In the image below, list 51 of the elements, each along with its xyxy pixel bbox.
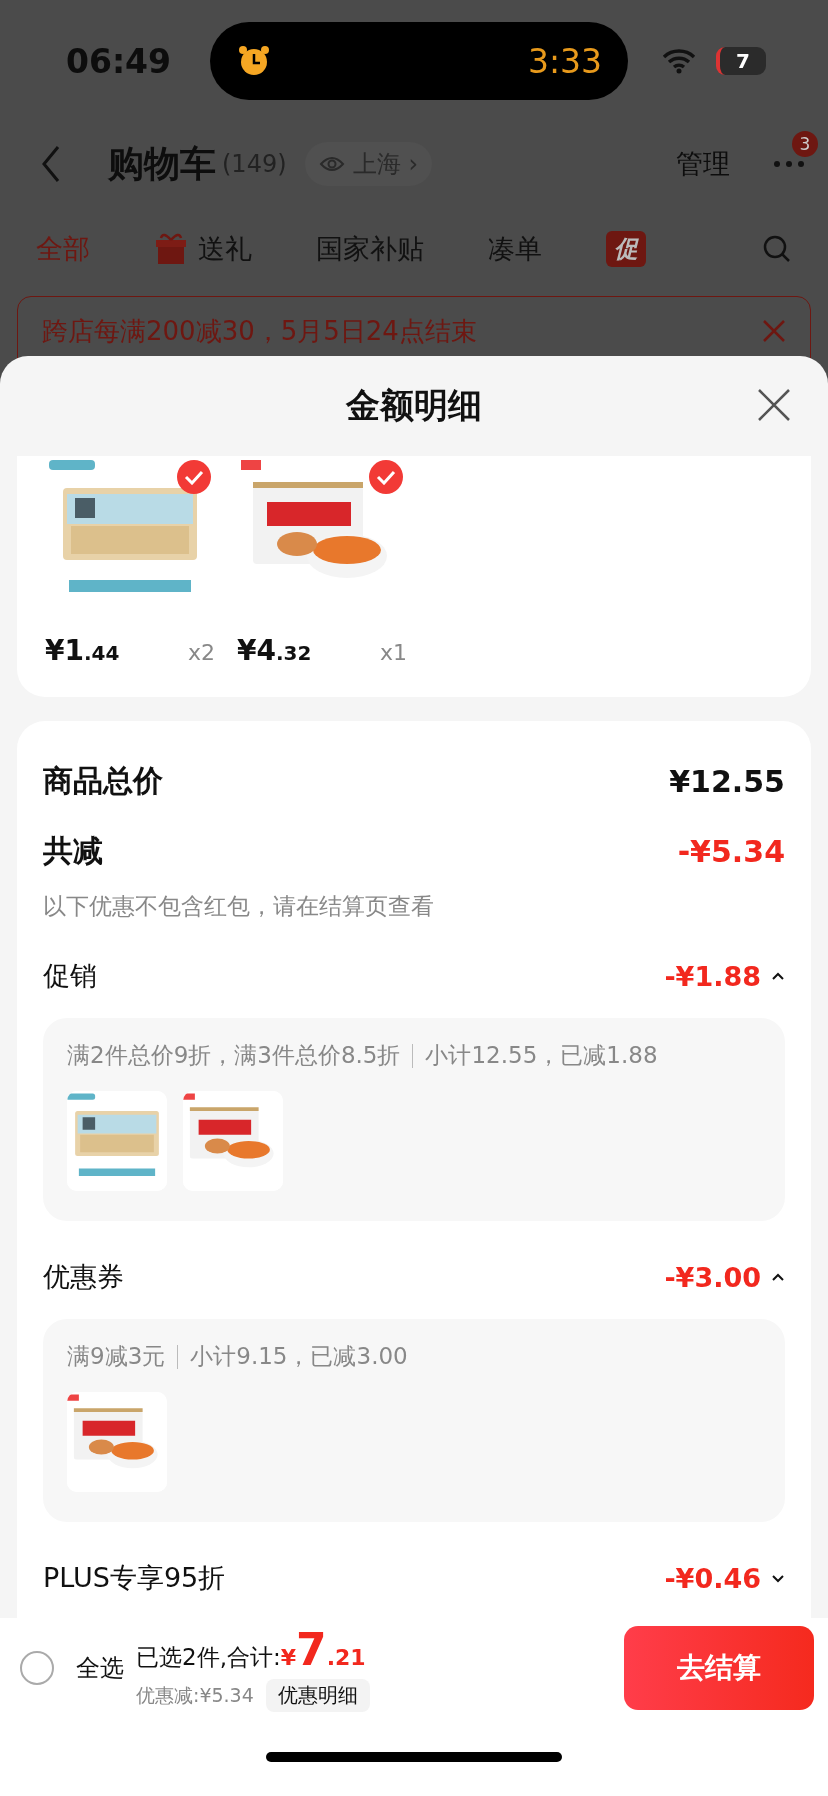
sheet-title: 金额明细 — [346, 384, 482, 427]
product-price: ¥1.44 — [45, 634, 120, 667]
chevron-up-icon — [771, 1272, 785, 1282]
selected-total-price: ¥7.21 — [280, 1624, 366, 1675]
discount-rule: 满2件总价9折，满3件总价8.5折 — [67, 1041, 401, 1070]
battery-indicator: 7 — [716, 47, 766, 75]
discount-type-label: PLUS专享95折 — [43, 1561, 226, 1595]
product-price: ¥4.32 — [237, 634, 312, 667]
discount-amount-toggle[interactable]: -¥3.00 — [664, 1261, 785, 1293]
eye-icon — [318, 155, 345, 173]
product-quantity: x2 — [187, 640, 215, 665]
filter-tab[interactable]: 凑单 — [488, 231, 542, 267]
back-icon[interactable] — [40, 144, 62, 184]
chevron-down-icon — [771, 1573, 785, 1583]
discount-rule: 满9减3元 — [67, 1342, 166, 1371]
check-icon — [376, 469, 396, 485]
discount-note: 以下优惠不包含红包，请在结算页查看 — [43, 892, 435, 921]
close-icon — [757, 387, 791, 422]
discount-type-label: 促销 — [43, 959, 97, 993]
filter-tab[interactable]: 送礼 — [154, 231, 252, 267]
saved-amount: 优惠减:¥5.34 — [136, 1682, 254, 1708]
select-all-radio[interactable] — [20, 1651, 54, 1685]
status-time: 06:49 — [66, 41, 173, 81]
discount-subtotal: 小计9.15，已减3.00 — [190, 1342, 408, 1371]
page-title: 购物车 — [108, 141, 216, 186]
wifi-icon — [662, 48, 696, 74]
manage-link[interactable]: 管理 — [676, 146, 730, 182]
banner-text: 跨店每满200减30，5月5日24点结束 — [42, 314, 477, 348]
promo-tab[interactable]: 促 — [606, 231, 646, 267]
discount-subtotal: 小计12.55，已减1.88 — [425, 1041, 658, 1070]
timer-text: 3:33 — [527, 41, 602, 81]
discount-amount-toggle[interactable]: -¥1.88 — [664, 960, 785, 992]
selected-total-label: 已选2件,合计: — [136, 1643, 281, 1672]
discount-label: 共减 — [43, 831, 103, 870]
gift-icon — [154, 232, 188, 266]
total-value: ¥12.55 — [669, 763, 785, 799]
product-quantity: x1 — [379, 640, 407, 665]
search-icon[interactable] — [762, 234, 792, 264]
discount-details-button[interactable]: 优惠明细 — [265, 1679, 370, 1712]
discount-value: -¥5.34 — [677, 833, 785, 869]
total-label: 商品总价 — [43, 761, 163, 800]
chevron-text: › — [408, 150, 419, 178]
chevron-up-icon — [771, 971, 785, 981]
filter-tab[interactable]: 国家补贴 — [316, 231, 424, 267]
check-icon — [184, 469, 204, 485]
notification-badge: 3 — [792, 131, 818, 157]
close-icon[interactable] — [762, 319, 786, 343]
select-all-label[interactable]: 全选 — [76, 1652, 124, 1684]
discount-amount-toggle[interactable]: -¥0.46 — [664, 1562, 785, 1594]
discount-type-label: 优惠券 — [43, 1260, 124, 1294]
checkout-button[interactable]: 去结算 — [624, 1626, 814, 1710]
